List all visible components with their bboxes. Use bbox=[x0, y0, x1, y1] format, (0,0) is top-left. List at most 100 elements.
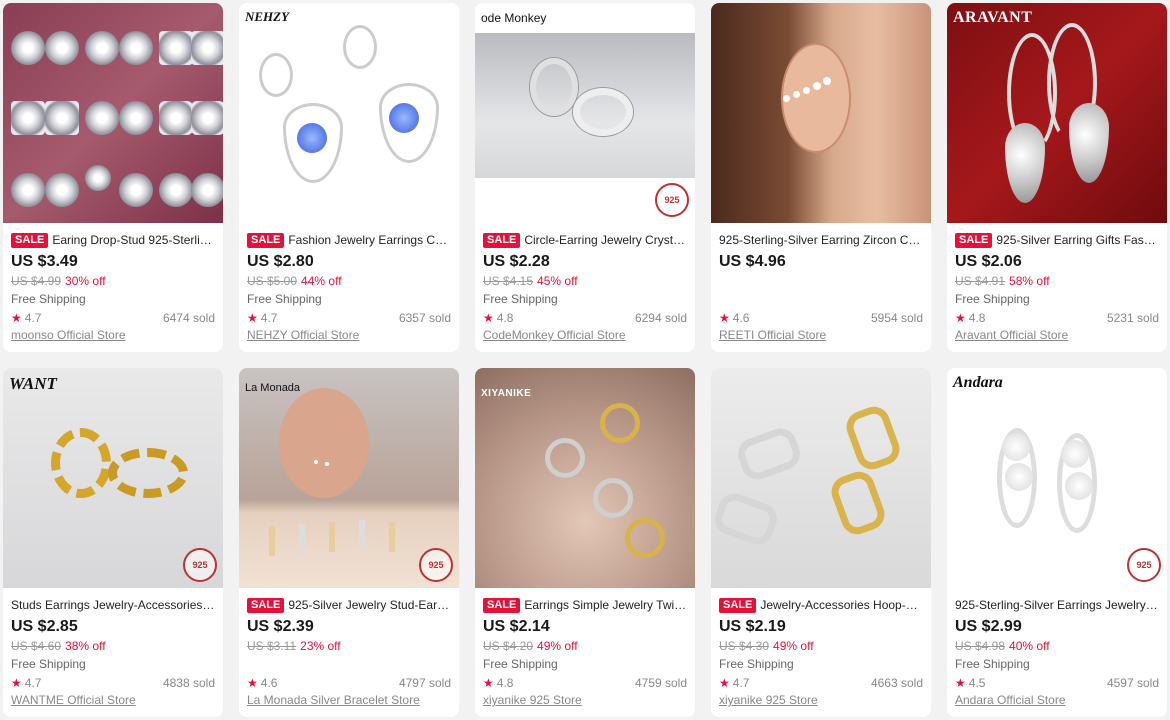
store-link[interactable]: moonso Official Store bbox=[11, 328, 215, 342]
star-icon: ★ bbox=[247, 676, 258, 690]
discount-label: 38% off bbox=[65, 639, 106, 653]
sold-count: 4797 sold bbox=[398, 676, 451, 690]
product-title[interactable]: Studs Earrings Jewelry-Accessories Gold bbox=[11, 598, 215, 612]
original-price: US $4.60 bbox=[11, 639, 62, 653]
product-card[interactable]: SALE Earing Drop-Stud 925-Sterling-Silve… bbox=[3, 3, 223, 352]
sold-count: 4759 sold bbox=[634, 676, 687, 690]
sold-count: 4838 sold bbox=[162, 676, 215, 690]
store-link[interactable]: NEHZY Official Store bbox=[247, 328, 451, 342]
store-link[interactable]: Andara Official Store bbox=[955, 693, 1159, 707]
brand-logo: Andara bbox=[953, 374, 1003, 391]
product-title[interactable]: Fashion Jewelry Earrings Cubic Zirconia bbox=[288, 233, 451, 247]
shipping-label: Free Shipping bbox=[483, 292, 558, 306]
store-link[interactable]: La Monada Silver Bracelet Store bbox=[247, 693, 451, 707]
product-image[interactable] bbox=[711, 3, 931, 223]
shipping-label: Free Shipping bbox=[955, 292, 1030, 306]
original-price: US $4.99 bbox=[11, 274, 62, 288]
sold-count: 6357 sold bbox=[398, 311, 451, 325]
sold-count: 4597 sold bbox=[1106, 676, 1159, 690]
sale-badge: SALE bbox=[483, 597, 521, 613]
product-card[interactable]: WANT 925 Studs Earrings Jewelry-Accessor… bbox=[3, 368, 223, 717]
product-price: US $4.96 bbox=[719, 253, 786, 270]
product-title[interactable]: Earing Drop-Stud 925-Sterling-Silver bbox=[52, 233, 215, 247]
discount-label: 30% off bbox=[65, 274, 106, 288]
sale-badge: SALE bbox=[483, 232, 521, 248]
brand-logo: NEHZY bbox=[245, 9, 290, 24]
brand-logo: ARAVANT bbox=[953, 9, 1033, 26]
product-image[interactable]: Andara 925 bbox=[947, 368, 1167, 588]
brand-logo: XIYANIKE bbox=[481, 388, 532, 399]
product-image[interactable] bbox=[3, 3, 223, 223]
discount-label: 58% off bbox=[1009, 274, 1050, 288]
product-image[interactable]: XIYANIKE bbox=[475, 368, 695, 588]
product-image[interactable]: ARAVANT bbox=[947, 3, 1167, 223]
rating: 4.6 bbox=[260, 676, 278, 690]
silver-925-badge: 925 bbox=[655, 183, 689, 217]
product-title[interactable]: 925-Sterling-Silver Earrings Jewelry Flo… bbox=[955, 598, 1159, 612]
product-image[interactable] bbox=[711, 368, 931, 588]
product-title[interactable]: 925-Sterling-Silver Earring Zircon Climb… bbox=[719, 233, 923, 247]
product-price: US $2.14 bbox=[483, 618, 550, 635]
store-link[interactable]: CodeMonkey Official Store bbox=[483, 328, 687, 342]
sale-badge: SALE bbox=[247, 597, 285, 613]
product-card[interactable]: XIYANIKE SALE Earrings Simple Jewelry Tw… bbox=[475, 368, 695, 717]
original-price: US $3.11 bbox=[247, 639, 297, 653]
discount-label: 40% off bbox=[1009, 639, 1050, 653]
product-image[interactable]: La Monada 925 bbox=[239, 368, 459, 588]
silver-925-badge: 925 bbox=[419, 548, 453, 582]
shipping-label: Free Shipping bbox=[247, 292, 322, 306]
sold-count: 5954 sold bbox=[870, 311, 923, 325]
sale-badge: SALE bbox=[247, 232, 285, 248]
store-link[interactable]: xiyanike 925 Store bbox=[483, 693, 687, 707]
rating: 4.7 bbox=[24, 311, 42, 325]
product-title[interactable]: 925-Silver Jewelry Stud-Earrings bbox=[288, 598, 451, 612]
product-price: US $2.28 bbox=[483, 253, 550, 270]
rating: 4.8 bbox=[496, 676, 514, 690]
product-title[interactable]: Earrings Simple Jewelry Twisted bbox=[524, 598, 687, 612]
product-card[interactable]: SALE Jewelry-Accessories Hoop-Earrings U… bbox=[711, 368, 931, 717]
star-icon: ★ bbox=[719, 676, 730, 690]
rating: 4.5 bbox=[968, 676, 986, 690]
original-price: US $4.20 bbox=[483, 639, 534, 653]
store-link[interactable]: REETI Official Store bbox=[719, 328, 923, 342]
product-title[interactable]: Jewelry-Accessories Hoop-Earrings bbox=[760, 598, 923, 612]
star-icon: ★ bbox=[483, 311, 494, 325]
product-card[interactable]: ARAVANT SALE 925-Silver Earring Gifts Fa… bbox=[947, 3, 1167, 352]
star-icon: ★ bbox=[955, 676, 966, 690]
store-link[interactable]: xiyanike 925 Store bbox=[719, 693, 923, 707]
product-title[interactable]: Circle-Earring Jewelry Crystal Hoop bbox=[524, 233, 687, 247]
brand-logo: ode Monkey bbox=[481, 11, 547, 25]
discount-label: 23% off bbox=[300, 639, 341, 653]
sale-badge: SALE bbox=[11, 232, 49, 248]
product-title[interactable]: 925-Silver Earring Gifts Fashion bbox=[996, 233, 1159, 247]
sale-badge: SALE bbox=[955, 232, 993, 248]
sold-count: 5231 sold bbox=[1106, 311, 1159, 325]
original-price: US $5.00 bbox=[247, 274, 298, 288]
star-icon: ★ bbox=[11, 311, 22, 325]
shipping-label: Free Shipping bbox=[11, 292, 86, 306]
rating: 4.6 bbox=[732, 311, 750, 325]
product-card[interactable]: NEHZY SALE Fashion Jewelry Earrings Cubi… bbox=[239, 3, 459, 352]
sold-count: 6474 sold bbox=[162, 311, 215, 325]
store-link[interactable]: Aravant Official Store bbox=[955, 328, 1159, 342]
product-price: US $3.49 bbox=[11, 253, 78, 270]
product-price: US $2.80 bbox=[247, 253, 314, 270]
product-card[interactable]: Andara 925 925-Sterling-Silver Earrings … bbox=[947, 368, 1167, 717]
store-link[interactable]: WANTME Official Store bbox=[11, 693, 215, 707]
product-image[interactable]: NEHZY bbox=[239, 3, 459, 223]
product-card[interactable]: 925-Sterling-Silver Earring Zircon Climb… bbox=[711, 3, 931, 352]
product-card[interactable]: La Monada 925 SALE 925-Silver Jewelry St… bbox=[239, 368, 459, 717]
rating: 4.8 bbox=[968, 311, 986, 325]
brand-logo: La Monada bbox=[245, 382, 301, 394]
product-image[interactable]: WANT 925 bbox=[3, 368, 223, 588]
rating: 4.7 bbox=[732, 676, 750, 690]
silver-925-badge: 925 bbox=[1127, 548, 1161, 582]
product-image[interactable]: ode Monkey 925 bbox=[475, 3, 695, 223]
discount-label: 49% off bbox=[773, 639, 814, 653]
rating: 4.7 bbox=[260, 311, 278, 325]
product-card[interactable]: ode Monkey 925 SALE Circle-Earring Jewel… bbox=[475, 3, 695, 352]
product-price: US $2.39 bbox=[247, 618, 314, 635]
discount-label: 49% off bbox=[537, 639, 578, 653]
product-grid: SALE Earing Drop-Stud 925-Sterling-Silve… bbox=[0, 0, 1170, 720]
shipping-label: Free Shipping bbox=[11, 657, 86, 671]
